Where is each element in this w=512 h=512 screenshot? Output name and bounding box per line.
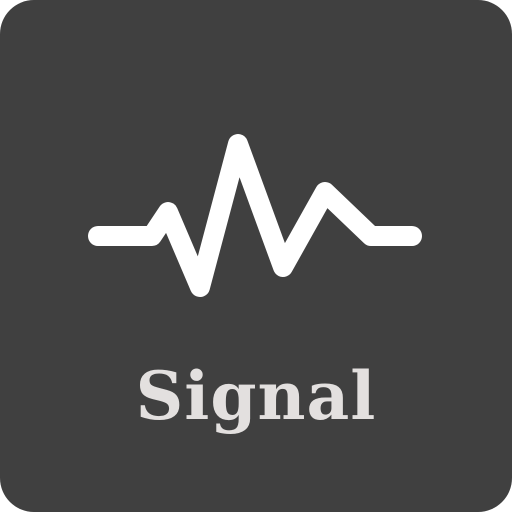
waveform-line (88, 134, 422, 297)
app-icon[interactable]: Signal (0, 0, 512, 512)
app-name-label: Signal (135, 357, 377, 435)
